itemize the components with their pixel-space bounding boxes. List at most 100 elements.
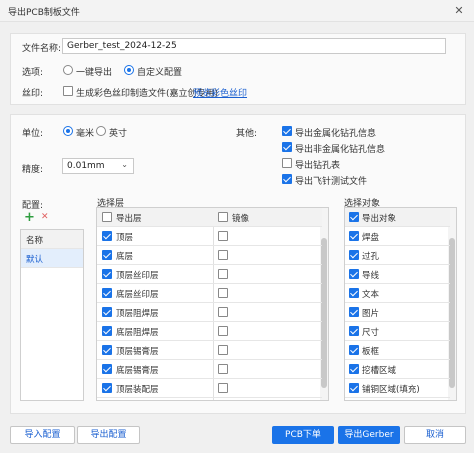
- object-export-checkbox[interactable]: [349, 364, 359, 374]
- other-option-label: 导出钻孔表: [295, 161, 341, 171]
- object-export-checkbox[interactable]: [349, 345, 359, 355]
- layer-mirror-checkbox[interactable]: [218, 269, 228, 279]
- config-item-label: 默认: [26, 255, 44, 265]
- layer-name: 顶层丝印层: [116, 271, 159, 281]
- layer-row[interactable]: 底层: [97, 246, 322, 265]
- layer-row[interactable]: 顶层锡膏层: [97, 341, 322, 360]
- radio-unit-inch-label: 英寸: [109, 129, 128, 139]
- layer-row[interactable]: 底层锡膏层: [97, 360, 322, 379]
- layer-mirror-checkbox[interactable]: [218, 231, 228, 241]
- layer-export-checkbox[interactable]: [102, 269, 112, 279]
- object-export-checkbox[interactable]: [349, 383, 359, 393]
- other-option-checkbox[interactable]: [282, 174, 292, 184]
- layer-export-checkbox[interactable]: [102, 250, 112, 260]
- objects-list: 导出对象焊盘过孔导线文本图片尺寸板框挖槽区域 铺铜区域(填充): [344, 207, 457, 401]
- layer-row[interactable]: 底层阻焊层: [97, 322, 322, 341]
- object-row[interactable]: 板框: [345, 341, 450, 360]
- layers-list: 导出层 镜像 顶层底层顶层丝印层底层丝印层顶层阻焊层底层阻焊层顶层锡膏层底层锡膏层顶…: [96, 207, 329, 401]
- layer-mirror-checkbox[interactable]: [218, 326, 228, 336]
- select-all-layers-checkbox[interactable]: [102, 212, 112, 222]
- import-config-button[interactable]: 导入配置: [10, 426, 75, 444]
- delete-config-icon[interactable]: ✕: [41, 212, 49, 222]
- pcb-order-button[interactable]: PCB下单: [272, 426, 334, 444]
- layer-name: 底层阻焊层: [116, 328, 159, 338]
- layer-export-checkbox[interactable]: [102, 326, 112, 336]
- object-name: 图片: [362, 309, 380, 319]
- radio-unit-mm[interactable]: [63, 126, 73, 136]
- layer-name: 底层丝印层: [116, 290, 159, 300]
- config-item-default[interactable]: 默认: [21, 249, 83, 268]
- object-export-checkbox[interactable]: [349, 269, 359, 279]
- select-all-objects-checkbox[interactable]: [349, 212, 359, 222]
- layer-row[interactable]: 顶层装配层: [97, 379, 322, 398]
- file-name-label: 文件名称:: [22, 44, 62, 54]
- preview-color-silk-link[interactable]: 预览彩色丝印: [193, 86, 247, 99]
- layer-name: 底层锡膏层: [116, 366, 159, 376]
- radio-custom-config[interactable]: [124, 65, 134, 75]
- object-row[interactable]: 图片: [345, 303, 450, 322]
- layer-row[interactable]: 底层丝印层: [97, 284, 322, 303]
- object-row[interactable]: 文本: [345, 284, 450, 303]
- object-export-checkbox[interactable]: [349, 326, 359, 336]
- object-row[interactable]: 过孔: [345, 246, 450, 265]
- layer-export-checkbox[interactable]: [102, 307, 112, 317]
- color-silk-checkbox[interactable]: [63, 86, 73, 96]
- object-export-checkbox[interactable]: [349, 250, 359, 260]
- radio-unit-mm-label: 毫米: [76, 129, 95, 139]
- layer-mirror-checkbox[interactable]: [218, 307, 228, 317]
- objects-col-export: 导出对象: [362, 214, 397, 224]
- object-row[interactable]: 铺铜区域(填充): [345, 379, 450, 398]
- object-row[interactable]: 挖槽区域: [345, 360, 450, 379]
- object-export-checkbox[interactable]: [349, 231, 359, 241]
- layers-list-header: 导出层 镜像: [97, 208, 322, 227]
- radio-unit-inch[interactable]: [96, 126, 106, 136]
- layer-name: 底层: [116, 252, 134, 262]
- export-config-button[interactable]: 导出配置: [77, 426, 140, 444]
- layer-name: 顶层锡膏层: [116, 347, 159, 357]
- layer-mirror-checkbox[interactable]: [218, 364, 228, 374]
- layer-mirror-checkbox[interactable]: [218, 288, 228, 298]
- object-name: 焊盘: [362, 233, 380, 243]
- other-option-checkbox[interactable]: [282, 126, 292, 136]
- other-option-checkbox[interactable]: [282, 158, 292, 168]
- config-list: 名称 默认: [20, 229, 84, 401]
- radio-quick-export[interactable]: [63, 65, 73, 75]
- object-export-checkbox[interactable]: [349, 307, 359, 317]
- layer-row[interactable]: 顶层丝印层: [97, 265, 322, 284]
- other-option-checkbox[interactable]: [282, 142, 292, 152]
- layer-export-checkbox[interactable]: [102, 345, 112, 355]
- layer-export-checkbox[interactable]: [102, 231, 112, 241]
- layer-export-checkbox[interactable]: [102, 364, 112, 374]
- layer-row[interactable]: 顶层: [97, 227, 322, 246]
- precision-label: 精度:: [22, 165, 44, 175]
- layers-col-mirror: 镜像: [232, 214, 250, 224]
- file-name-input[interactable]: Gerber_test_2024-12-25: [62, 38, 446, 54]
- other-option-label: 导出飞针测试文件: [295, 177, 368, 187]
- layer-mirror-checkbox[interactable]: [218, 383, 228, 393]
- radio-custom-config-label: 自定义配置: [137, 68, 183, 78]
- layer-export-checkbox[interactable]: [102, 383, 112, 393]
- object-export-checkbox[interactable]: [349, 288, 359, 298]
- layer-row[interactable]: 顶层阻焊层: [97, 303, 322, 322]
- object-name: 板框: [362, 347, 380, 357]
- objects-list-header: 导出对象: [345, 208, 450, 227]
- close-icon[interactable]: ✕: [452, 4, 466, 18]
- precision-value: 0.01mm: [67, 161, 105, 171]
- layer-mirror-checkbox[interactable]: [218, 345, 228, 355]
- options-label: 选项:: [22, 68, 44, 78]
- config-list-header: 名称: [21, 230, 83, 249]
- object-row[interactable]: 焊盘: [345, 227, 450, 246]
- mirror-all-checkbox[interactable]: [218, 212, 228, 222]
- export-gerber-button[interactable]: 导出Gerber: [338, 426, 400, 444]
- layer-export-checkbox[interactable]: [102, 288, 112, 298]
- precision-select[interactable]: 0.01mm ⌄: [62, 158, 134, 174]
- window-title: 导出PCB制板文件: [8, 8, 80, 18]
- unit-label: 单位:: [22, 129, 44, 139]
- object-name: 导线: [362, 271, 380, 281]
- cancel-button[interactable]: 取消: [404, 426, 466, 444]
- layer-mirror-checkbox[interactable]: [218, 250, 228, 260]
- other-label: 其他:: [236, 129, 258, 139]
- add-config-icon[interactable]: +: [24, 210, 35, 225]
- object-row[interactable]: 尺寸: [345, 322, 450, 341]
- object-row[interactable]: 导线: [345, 265, 450, 284]
